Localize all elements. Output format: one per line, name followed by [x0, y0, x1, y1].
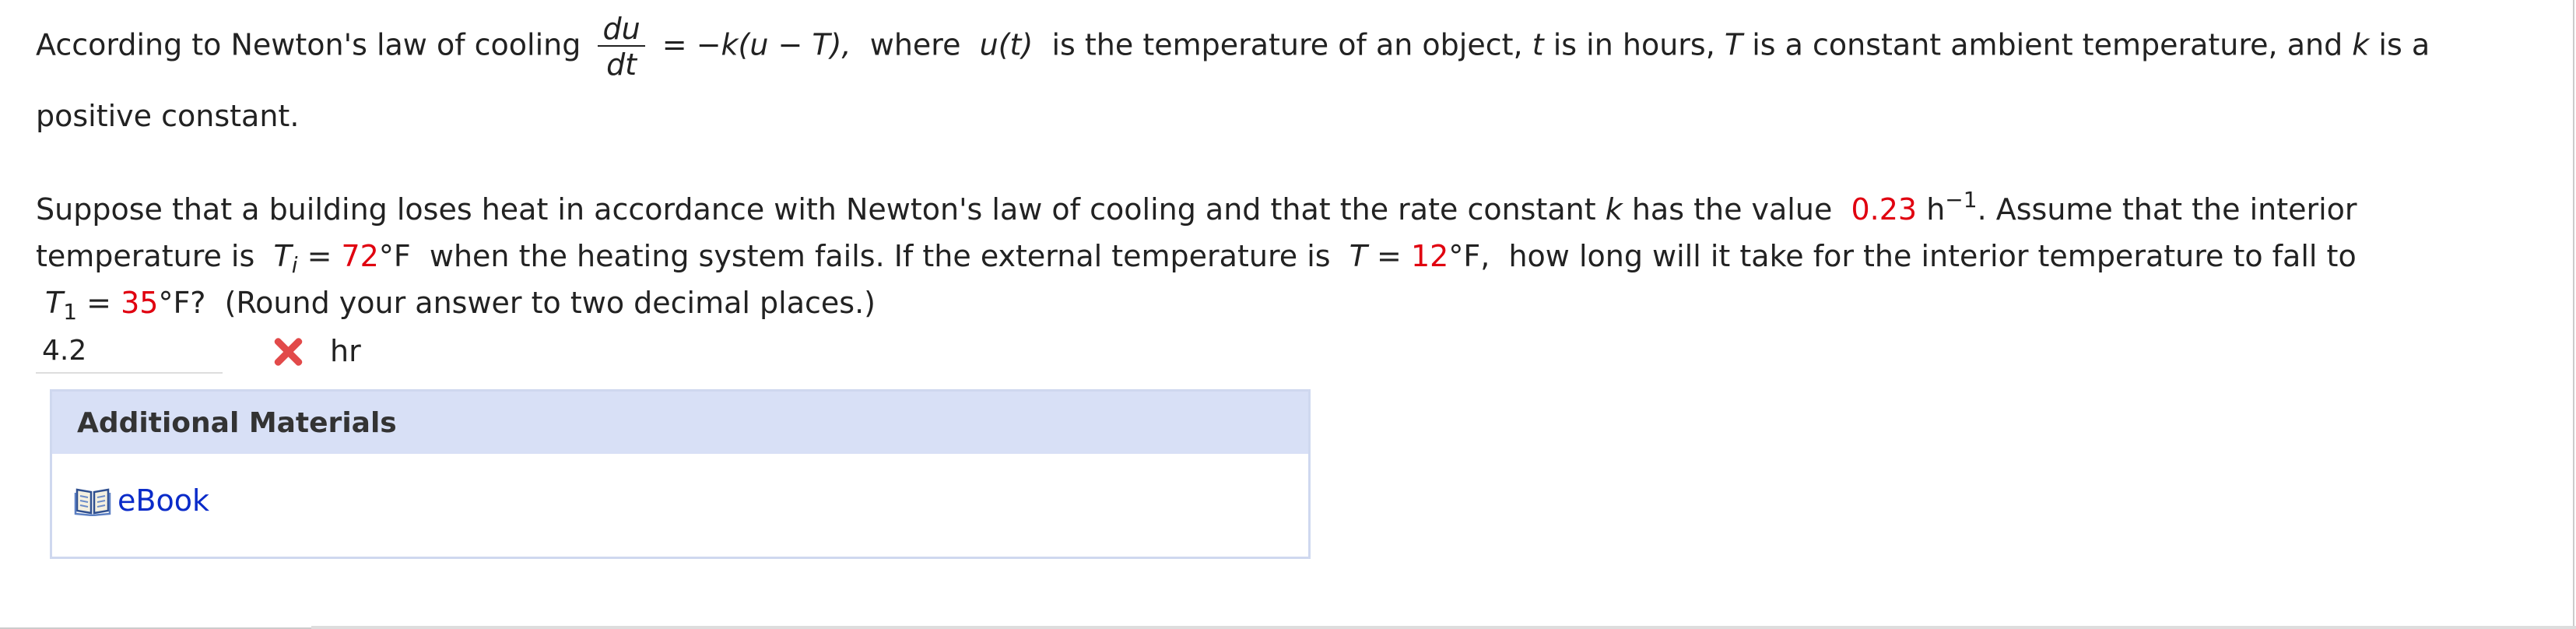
intro-line-1: According to Newton's law of cooling du … [36, 14, 2430, 79]
k-variable: k [2352, 27, 2370, 62]
T1-value: 35 [121, 286, 159, 320]
T-ext-equals: = [1377, 239, 1402, 273]
T-ext-value: 12 [1410, 239, 1449, 273]
k-unit: h [1926, 192, 1946, 227]
additional-materials-header: Additional Materials [52, 392, 1308, 454]
problem-k-variable: k [1605, 192, 1623, 227]
intro-end: is a [2378, 27, 2430, 62]
T1-subscript: 1 [63, 299, 78, 325]
derivative-fraction: du dt [598, 14, 645, 82]
frame-shadow [311, 626, 2576, 629]
T-variable: T [1724, 27, 1743, 62]
Ti-degrees: °F [378, 239, 411, 273]
T-ext-degrees: °F, [1448, 239, 1490, 273]
ebook-link[interactable]: eBook [74, 483, 209, 518]
problem-line-1-start: Suppose that a building loses heat in ac… [36, 192, 1596, 227]
k-unit-exponent: −1 [1945, 187, 1978, 213]
problem-line-3: T1 = 35°F? (Round your answer to two dec… [45, 286, 876, 323]
problem-line-1: Suppose that a building loses heat in ac… [36, 189, 2357, 227]
answer-unit: hr [330, 334, 361, 368]
T-ext-variable: T [1349, 239, 1367, 273]
ambient-text: is a constant ambient temperature, and [1752, 27, 2343, 62]
t-variable: t [1532, 27, 1544, 62]
additional-materials-panel: Additional Materials eBook [50, 389, 1311, 559]
Ti-equals: = [307, 239, 332, 273]
T1-variable: T [45, 286, 64, 320]
open-book-icon [74, 485, 111, 517]
intro-line-2-text: positive constant. [36, 99, 300, 133]
where-text: where [869, 27, 961, 62]
Ti-value: 72 [341, 239, 379, 273]
problem-line-2-start: temperature is [36, 239, 255, 273]
T1-equals: = [86, 286, 111, 320]
fraction-numerator: du [598, 14, 645, 47]
ebook-label: eBook [118, 483, 209, 518]
problem-line-2-mid: when the heating system fails. If the ex… [429, 239, 1331, 273]
intro-prefix: According to Newton's law of cooling [36, 27, 581, 62]
problem-line-2-end: how long will it take for the interior t… [1508, 239, 2357, 273]
equation-rhs: = −k(u − T), [662, 27, 851, 62]
x-mark-icon [272, 336, 304, 367]
answer-input[interactable] [36, 329, 223, 374]
answer-row: hr [36, 327, 361, 375]
intro-mid: is the temperature of an object, [1051, 27, 1523, 62]
T1-degrees: °F? [158, 286, 206, 320]
problem-line-1-mid: has the value [1631, 192, 1833, 227]
intro-line-2: positive constant. [36, 101, 299, 131]
k-value: 0.23 [1851, 192, 1918, 227]
fraction-denominator: dt [606, 47, 637, 82]
Ti-subscript: i [291, 252, 298, 278]
Ti-variable: T [273, 239, 292, 273]
problem-line-1-end: . Assume that the interior [1977, 192, 2357, 227]
problem-line-2: temperature is Ti = 72°F when the heatin… [36, 239, 2357, 276]
u-of-t: u(t) [979, 27, 1034, 62]
hours-text: is in hours, [1553, 27, 1715, 62]
round-instruction: (Round your answer to two decimal places… [224, 286, 876, 320]
